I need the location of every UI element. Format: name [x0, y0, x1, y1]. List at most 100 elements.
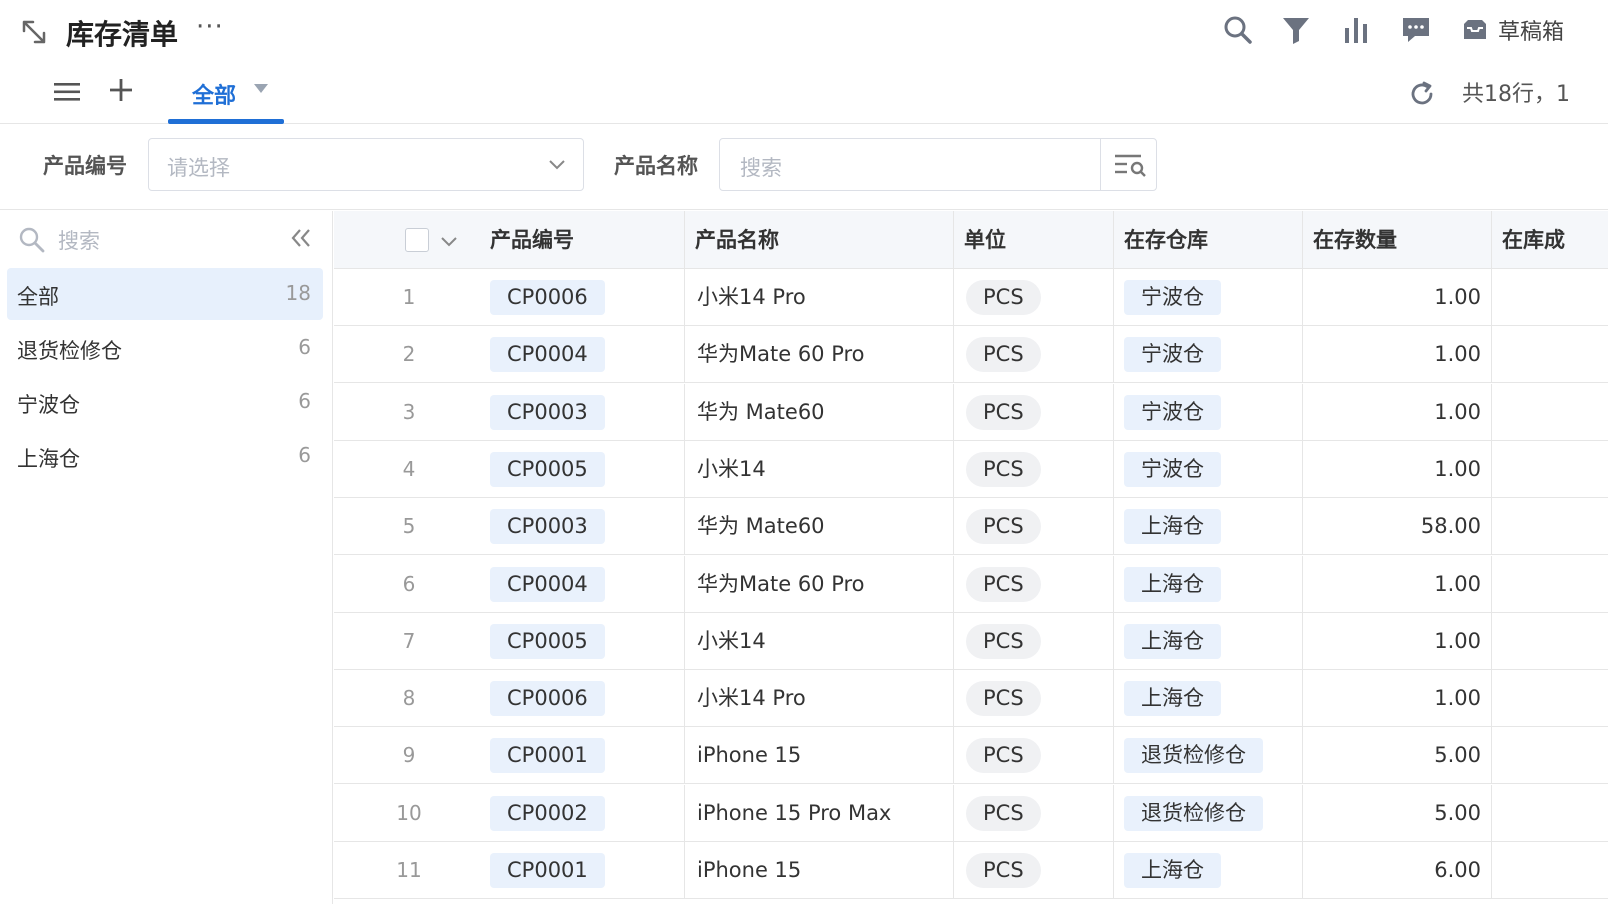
- warehouse-tag[interactable]: 宁波仓: [1124, 452, 1221, 487]
- sidebar-search-input[interactable]: 搜索: [18, 225, 100, 255]
- cell-cost: [1492, 670, 1608, 727]
- tab-all[interactable]: 全部: [168, 72, 284, 124]
- warehouse-tag[interactable]: 上海仓: [1124, 624, 1221, 659]
- warehouse-tag[interactable]: 宁波仓: [1124, 395, 1221, 430]
- product-code-tag[interactable]: CP0003: [490, 509, 605, 544]
- refresh-icon[interactable]: [1408, 80, 1436, 108]
- cell-code: CP0003: [484, 498, 685, 555]
- sidebar-item-all[interactable]: 全部 18: [7, 268, 323, 320]
- product-code-tag[interactable]: CP0005: [490, 452, 605, 487]
- column-header-name[interactable]: 产品名称: [685, 211, 954, 269]
- product-code-tag[interactable]: CP0001: [490, 738, 605, 773]
- search-icon[interactable]: [1222, 14, 1254, 46]
- collapse-arrows-icon[interactable]: [20, 18, 48, 46]
- column-header-warehouse[interactable]: 在存仓库: [1114, 211, 1303, 269]
- warehouse-tag[interactable]: 上海仓: [1124, 567, 1221, 602]
- column-header-quantity[interactable]: 在存数量: [1303, 211, 1492, 269]
- product-name-search-input[interactable]: 搜索: [719, 138, 1157, 191]
- row-index: 7: [402, 629, 416, 653]
- sidebar-item-ningbo[interactable]: 宁波仓 6: [7, 376, 323, 428]
- chevron-down-icon: [549, 160, 565, 170]
- sidebar-item-return-repair[interactable]: 退货检修仓 6: [7, 322, 323, 374]
- cell-unit: PCS: [954, 384, 1114, 441]
- chevron-down-icon[interactable]: [441, 236, 457, 248]
- cell-unit: PCS: [954, 613, 1114, 670]
- tab-all-label: 全部: [192, 84, 237, 109]
- row-index: 10: [396, 801, 422, 825]
- column-header-unit[interactable]: 单位: [954, 211, 1114, 269]
- table-row[interactable]: 8 CP0006 小米14 Pro PCS 上海仓 1.00: [334, 670, 1608, 727]
- product-code-tag[interactable]: CP0005: [490, 624, 605, 659]
- warehouse-tag[interactable]: 上海仓: [1124, 509, 1221, 544]
- collapse-sidebar-icon[interactable]: [288, 225, 314, 251]
- sidebar-item-label: 全部: [17, 285, 59, 309]
- cell-cost: [1492, 269, 1608, 326]
- bar-chart-icon[interactable]: [1340, 14, 1372, 46]
- table-row[interactable]: 2 CP0004 华为Mate 60 Pro PCS 宁波仓 1.00: [334, 326, 1608, 383]
- warehouse-tag[interactable]: 退货检修仓: [1124, 796, 1263, 831]
- warehouse-tag[interactable]: 宁波仓: [1124, 280, 1221, 315]
- cell-name: 小米14: [685, 613, 954, 670]
- warehouse-tag[interactable]: 退货检修仓: [1124, 738, 1263, 773]
- table-row[interactable]: 7 CP0005 小米14 PCS 上海仓 1.00: [334, 613, 1608, 670]
- product-code-tag[interactable]: CP0003: [490, 395, 605, 430]
- table-row[interactable]: 9 CP0001 iPhone 15 PCS 退货检修仓 5.00: [334, 727, 1608, 784]
- menu-icon[interactable]: [54, 80, 80, 104]
- cell-quantity: 1.00: [1303, 613, 1492, 670]
- table-row[interactable]: 11 CP0001 iPhone 15 PCS 上海仓 6.00: [334, 842, 1608, 899]
- warehouse-tag[interactable]: 宁波仓: [1124, 337, 1221, 372]
- table-row[interactable]: 1 CP0006 小米14 Pro PCS 宁波仓 1.00: [334, 269, 1608, 326]
- column-header-cost[interactable]: 在库成: [1492, 211, 1608, 269]
- search-filter-button[interactable]: [1100, 139, 1156, 190]
- product-code-tag[interactable]: CP0004: [490, 567, 605, 602]
- drafts-button[interactable]: 草稿箱: [1462, 12, 1564, 48]
- cell-cost: [1492, 613, 1608, 670]
- comment-icon[interactable]: [1400, 14, 1432, 46]
- sidebar-item-count: 18: [285, 281, 311, 305]
- product-code-tag[interactable]: CP0004: [490, 337, 605, 372]
- product-name-placeholder: 搜索: [740, 156, 782, 180]
- product-code-tag[interactable]: CP0002: [490, 796, 605, 831]
- cell-code: CP0005: [484, 613, 685, 670]
- cell-cost: [1492, 326, 1608, 383]
- product-code-tag[interactable]: CP0001: [490, 853, 605, 888]
- product-code-tag[interactable]: CP0006: [490, 681, 605, 716]
- product-code-tag[interactable]: CP0006: [490, 280, 605, 315]
- table-row[interactable]: 3 CP0003 华为 Mate60 PCS 宁波仓 1.00: [334, 384, 1608, 441]
- cell-code: CP0001: [484, 727, 685, 784]
- more-icon[interactable]: ···: [196, 12, 224, 42]
- table-row[interactable]: 4 CP0005 小米14 PCS 宁波仓 1.00: [334, 441, 1608, 498]
- product-code-select[interactable]: 请选择: [148, 138, 584, 191]
- warehouse-tag[interactable]: 上海仓: [1124, 853, 1221, 888]
- column-header-code[interactable]: 产品编号: [484, 211, 685, 269]
- sidebar-item-count: 6: [298, 335, 311, 359]
- cell-unit: PCS: [954, 556, 1114, 613]
- row-index: 8: [402, 686, 416, 710]
- cell-unit: PCS: [954, 727, 1114, 784]
- warehouse-tag[interactable]: 上海仓: [1124, 681, 1221, 716]
- cell-quantity: 1.00: [1303, 556, 1492, 613]
- sidebar-item-shanghai[interactable]: 上海仓 6: [7, 430, 323, 482]
- cell-code: CP0002: [484, 785, 685, 842]
- add-icon[interactable]: [108, 77, 134, 103]
- table-row[interactable]: 6 CP0004 华为Mate 60 Pro PCS 上海仓 1.00: [334, 556, 1608, 613]
- table-row[interactable]: 10 CP0002 iPhone 15 Pro Max PCS 退货检修仓 5.00: [334, 785, 1608, 842]
- table-row[interactable]: 5 CP0003 华为 Mate60 PCS 上海仓 58.00: [334, 498, 1608, 555]
- sidebar-item-count: 6: [298, 443, 311, 467]
- unit-tag: PCS: [966, 738, 1041, 773]
- unit-tag: PCS: [966, 681, 1041, 716]
- tab-dropdown-icon[interactable]: [254, 84, 268, 93]
- row-index: 3: [402, 400, 416, 424]
- cell-quantity: 5.00: [1303, 727, 1492, 784]
- cell-quantity: 58.00: [1303, 498, 1492, 555]
- unit-tag: PCS: [966, 567, 1041, 602]
- row-count: 共18行，1: [1462, 82, 1570, 107]
- row-index: 2: [402, 342, 416, 366]
- row-index: 9: [402, 743, 416, 767]
- filter-icon[interactable]: [1280, 14, 1312, 46]
- select-all-checkbox[interactable]: [405, 228, 429, 252]
- cell-name: 小米14 Pro: [685, 269, 954, 326]
- sidebar-item-label: 上海仓: [17, 447, 80, 471]
- cell-warehouse: 宁波仓: [1114, 326, 1303, 383]
- row-index: 5: [402, 514, 416, 538]
